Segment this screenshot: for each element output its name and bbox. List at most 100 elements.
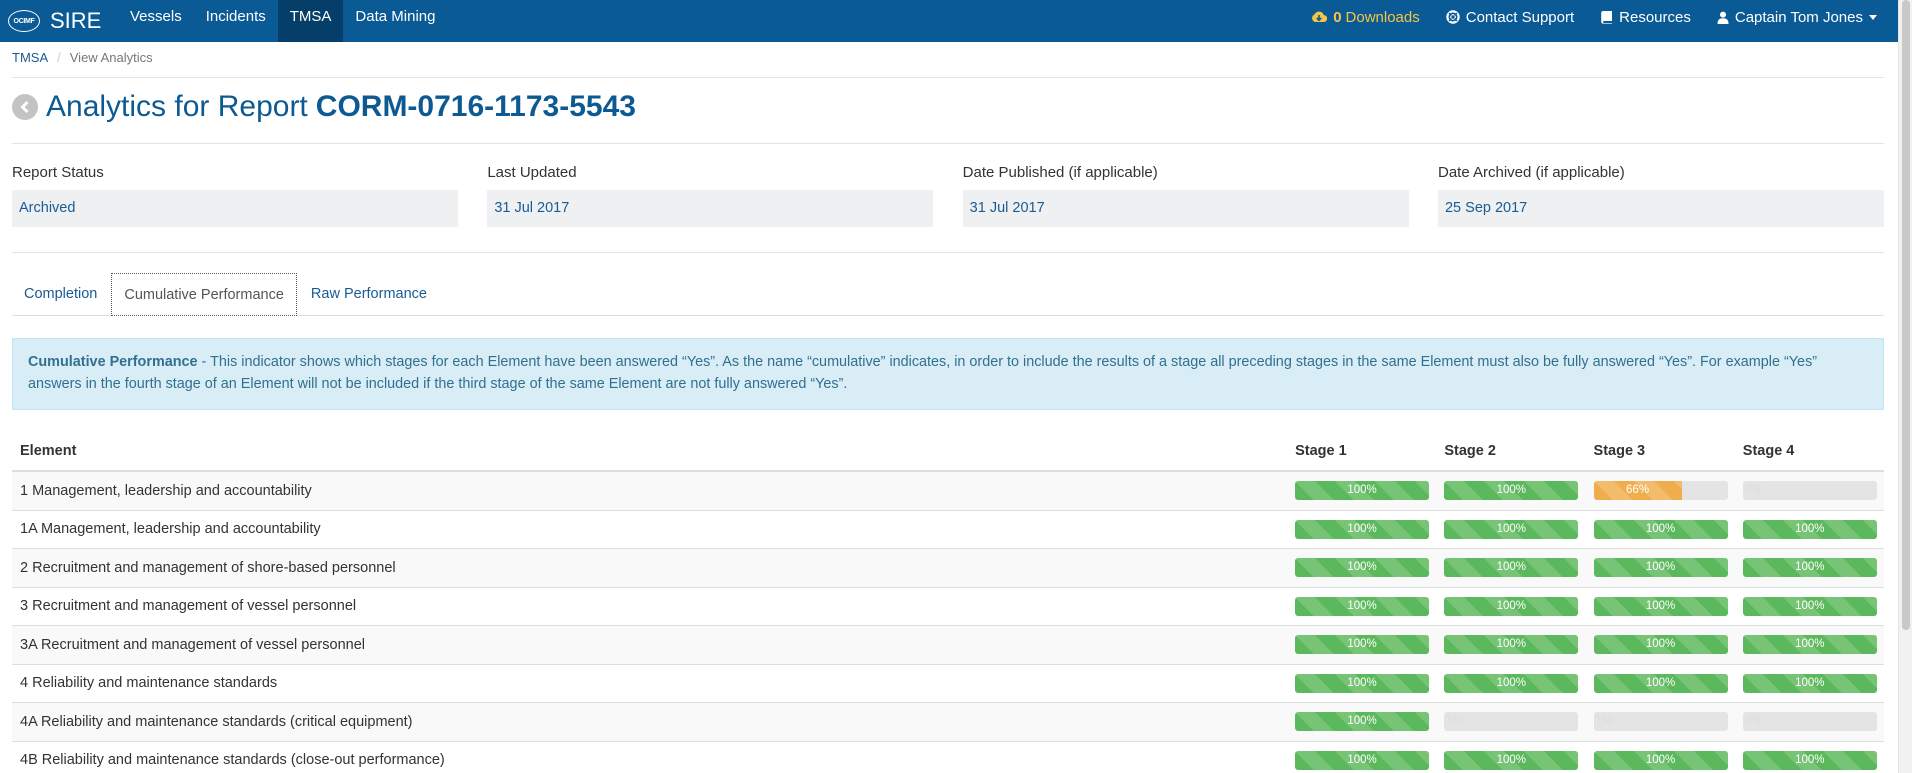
lifebuoy-icon [1446,10,1460,24]
chevron-left-icon [20,100,29,114]
downloads-label: Downloads [1345,8,1420,26]
nav-tmsa[interactable]: TMSA [277,0,344,42]
tab-completion[interactable]: Completion [12,273,109,315]
user-name: Captain Tom Jones [1734,8,1863,26]
caret-down-icon [1869,14,1877,20]
stage-cell: 100% [1436,750,1585,770]
info-heading: Cumulative Performance [28,354,198,370]
tab-raw-performance[interactable]: Raw Performance [299,273,439,315]
user-nav: 0 Downloads Contact Support Resources Ca… [1298,0,1890,42]
tab-cumulative-performance[interactable]: Cumulative Performance [111,273,297,316]
stage-cell: 100% [1586,519,1735,539]
table-row: 2 Recruitment and management of shore-ba… [12,549,1884,588]
progress-bar: 100% [1742,558,1877,578]
stage-cell: 100% [1287,635,1436,655]
stage-cell: 100% [1436,519,1585,539]
table-row: 3A Recruitment and management of vessel … [12,626,1884,665]
title-prefix: Analytics for Report [46,90,308,123]
progress-bar: 100% [1295,481,1430,501]
stage-cell: 100% [1586,596,1735,616]
page-title: Analytics for Report CORM-0716-1173-5543 [12,90,636,124]
element-name: 1A Management, leadership and accountabi… [20,521,321,538]
nav-data-mining[interactable]: Data Mining [343,0,447,42]
progress-bar: 100% [1295,596,1430,616]
progress-label: 100% [1347,715,1377,728]
user-menu[interactable]: Captain Tom Jones [1704,0,1890,34]
brand-name: SIRE [50,8,102,33]
book-icon [1601,11,1613,24]
nav-incidents[interactable]: Incidents [194,0,278,42]
stage-cell: 100% [1586,558,1735,578]
nav-vessels[interactable]: Vessels [118,0,194,42]
back-icon[interactable] [12,94,38,120]
info-text: - This indicator shows which stages for … [28,354,1818,392]
contact-support-link[interactable]: Contact Support [1433,0,1587,34]
progress-bar: 100% [1295,635,1430,655]
resources-label: Resources [1619,8,1691,26]
downloads-link[interactable]: 0 Downloads [1298,0,1433,34]
progress-bar: 100% [1444,750,1579,770]
stage-cell: 100% [1436,635,1585,655]
stage-cell: 100% [1287,519,1436,539]
progress-bar: 100% [1593,635,1728,655]
resources-link[interactable]: Resources [1587,0,1704,34]
element-name: 4 Reliability and maintenance standards [20,675,278,692]
progress-label: 100% [1645,753,1676,766]
table-header: Element Stage 1 Stage 2 Stage 3 Stage 4 [12,432,1884,472]
brand[interactable]: OCIMF SIRE [8,0,101,42]
stage-cell: 100% [1586,750,1735,770]
progress-bar: 100% [1742,519,1877,539]
progress-label: 100% [1645,638,1676,651]
progress-bar: 100% [1444,519,1579,539]
stage-cell: 66% [1586,481,1735,501]
element-name: 3 Recruitment and management of vessel p… [20,598,357,615]
progress-bar: 0% [1742,481,1877,501]
table-body: 1 Management, leadership and accountabil… [12,472,1884,773]
field-label: Last Updated [487,164,577,181]
column-header: Stage 2 [1444,443,1496,459]
progress-bar: 100% [1295,750,1430,770]
field-label: Date Published (if applicable) [962,164,1158,181]
column-header: Stage 3 [1593,443,1646,459]
stage-cell: 100% [1436,673,1585,693]
progress-bar: 100% [1444,558,1579,578]
stage-cell: 100% [1735,750,1884,770]
stage-cell: 0% [1586,712,1735,732]
divider [12,77,1884,78]
stage-cell: 100% [1586,635,1735,655]
progress-bar: 100% [1295,558,1430,578]
analytics-tabs: Completion Cumulative Performance Raw Perf… [12,273,1884,316]
progress-bar: 100% [1444,635,1579,655]
progress-label: 100% [1795,599,1825,612]
progress-label: 0% [1446,715,1463,728]
progress-label: 100% [1347,599,1377,612]
progress-label: 100% [1347,561,1377,574]
page-scrollbar[interactable] [1898,0,1912,773]
progress-label: 100% [1795,753,1825,766]
breadcrumb-current: View Analytics [69,50,153,65]
info-alert: Cumulative Performance - This indicator … [12,338,1884,410]
scrollbar-thumb[interactable] [1902,0,1910,630]
progress-bar: 100% [1295,673,1430,693]
progress-label: 66% [1626,484,1650,497]
stage-cell: 0% [1436,712,1585,732]
progress-bar: 0% [1742,712,1877,732]
table-row: 3 Recruitment and management of vessel p… [12,588,1884,626]
progress-label: 100% [1347,484,1377,497]
element-name: 4B Reliability and maintenance standards… [20,752,445,769]
progress-label: 100% [1496,522,1527,535]
stage-cell: 100% [1735,635,1884,655]
progress-bar: 66% [1593,481,1728,501]
stage-cell: 100% [1735,596,1884,616]
top-navbar: OCIMF SIRE Vessels Incidents TMSA Data Mini… [0,0,1912,42]
progress-bar: 100% [1742,635,1877,655]
element-name: 4A Reliability and maintenance standards… [20,713,413,730]
stage-cell: 0% [1735,712,1884,732]
progress-bar: 0% [1593,712,1728,732]
progress-label: 100% [1795,522,1825,535]
progress-bar: 100% [1742,596,1877,616]
breadcrumb-tmsa-link[interactable]: TMSA [12,50,48,65]
stage-cell: 100% [1735,558,1884,578]
progress-label: 100% [1347,638,1377,651]
stage-cell: 100% [1287,750,1436,770]
